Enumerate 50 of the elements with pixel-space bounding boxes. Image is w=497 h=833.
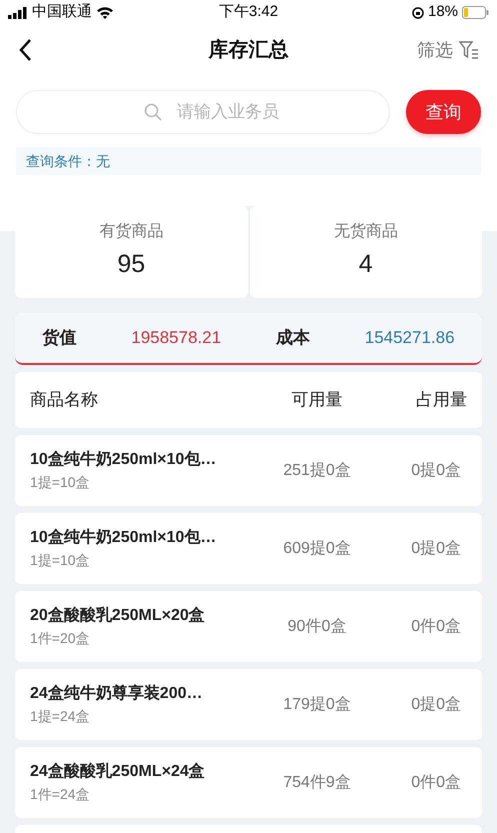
page-title: 库存汇总: [208, 38, 288, 63]
column-header: 占用量: [415, 389, 467, 412]
unit-conversion: 1提=10盒: [30, 551, 91, 570]
product-name: 10盒纯牛奶250ml×10包…: [30, 450, 218, 470]
query-button[interactable]: 查询: [406, 90, 481, 134]
available-quantity: 754件9盒: [282, 772, 352, 792]
available-quantity: 251提0盒: [282, 460, 352, 480]
available-quantity: 90件0盒: [286, 616, 348, 636]
totals-value: 1958578.21: [131, 327, 222, 350]
totals-label: 货值: [42, 327, 76, 350]
totals-value: 1545271.86: [364, 327, 455, 350]
column-header: 可用量: [290, 389, 344, 412]
occupied-quantity: 0提0盒: [410, 538, 462, 558]
summary-value: 95: [117, 249, 146, 280]
summary-label: 无货商品: [334, 222, 398, 242]
totals-label: 成本: [276, 327, 310, 350]
product-row[interactable]: 20盒酸酸乳250ML×20盒 1件=20盒 90件0盒 0件0盒: [15, 591, 482, 662]
unit-conversion: 1件=20盒: [30, 629, 91, 648]
occupied-quantity: 0提0盒: [410, 694, 462, 714]
carrier-name: 中国联通: [32, 2, 92, 22]
occupied-quantity: 0提0盒: [410, 460, 462, 480]
battery-icon: [462, 6, 490, 19]
product-name: 20盒酸酸乳250ML×20盒: [30, 606, 206, 626]
occupied-quantity: 0件0盒: [410, 772, 462, 792]
available-quantity: 179提0盒: [282, 694, 352, 714]
product-name: 10盒纯牛奶250ml×10包…: [30, 528, 218, 548]
column-header: 商品名称: [30, 389, 99, 412]
product-name: 24盒酸酸乳250ML×24盒: [30, 762, 206, 782]
product-row[interactable]: 10盒纯牛奶250ml×10包… 1提=10盒 251提0盒 0提0盒: [15, 435, 482, 506]
unit-conversion: 1件=24盒: [30, 785, 91, 804]
occupied-quantity: 0件0盒: [410, 616, 462, 636]
summary-value: 4: [358, 249, 373, 280]
battery-percent: 18%: [428, 2, 458, 22]
filter-icon: [459, 41, 479, 59]
search-icon: [144, 103, 162, 121]
wifi-icon: [96, 6, 114, 19]
query-condition: 查询条件：无: [16, 147, 481, 175]
rotation-lock-icon: [412, 6, 424, 18]
unit-conversion: 1提=24盒: [30, 707, 91, 726]
product-row[interactable]: 24盒纯牛奶尊享装200… 1提=24盒 179提0盒 0提0盒: [15, 669, 482, 740]
filter-button[interactable]: 筛选: [417, 36, 479, 64]
summary-label: 有货商品: [99, 222, 164, 242]
signal-icon: [8, 6, 28, 18]
product-row[interactable]: 10盒纯牛奶250ml×10包… 1提=10盒 609提0盒 0提0盒: [15, 513, 482, 584]
available-quantity: 609提0盒: [282, 538, 352, 558]
product-row[interactable]: 24盒酸酸乳250ML×24盒 1件=24盒 754件9盒 0件0盒: [15, 747, 482, 818]
unit-conversion: 1提=10盒: [30, 473, 91, 492]
search-field[interactable]: 请输入业务员: [16, 90, 390, 134]
status-time: 下午3:42: [218, 2, 278, 22]
product-name: 24盒纯牛奶尊享装200…: [30, 683, 204, 704]
